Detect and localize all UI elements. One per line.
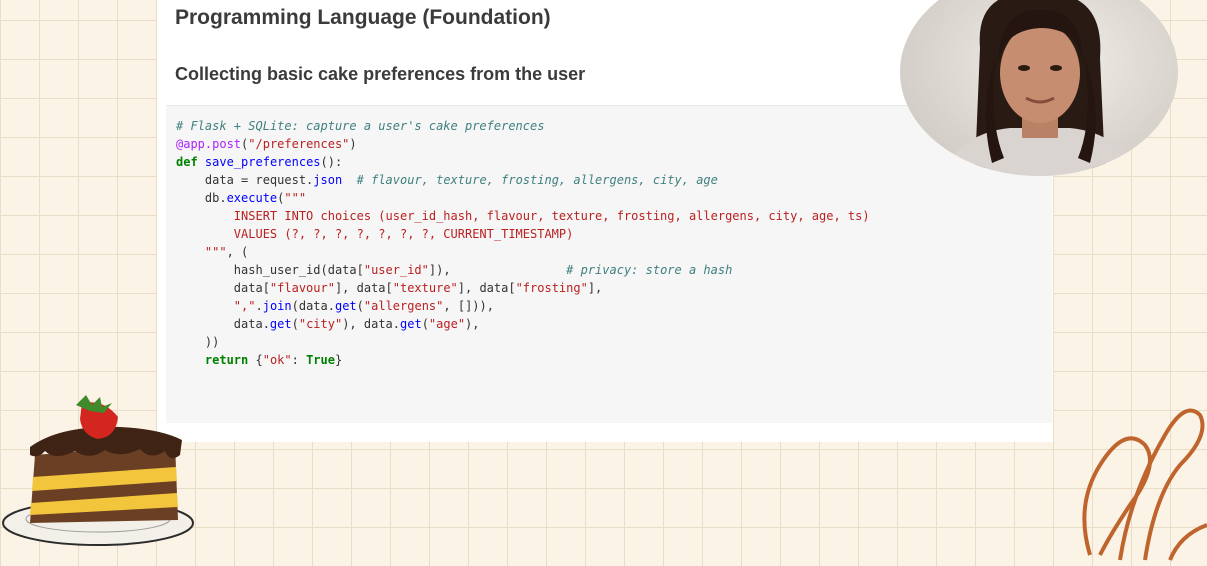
code-token: get xyxy=(334,299,357,313)
code-line: data.get("city"), data.get("age"), xyxy=(176,315,870,333)
code-token: VALUES (?, ?, ?, ?, ?, ?, ?, CURRENT_TIM… xyxy=(176,227,574,241)
code-block: # Flask + SQLite: capture a user's cake … xyxy=(166,105,1052,423)
code-token: (): xyxy=(320,155,343,169)
code-line: db.execute(""" xyxy=(176,189,870,207)
code-token: ], data[ xyxy=(457,281,516,295)
code-token: "texture" xyxy=(392,281,458,295)
code-line: INSERT INTO choices (user_id_hash, flavo… xyxy=(176,207,870,225)
code-token: join xyxy=(262,299,292,313)
code-token: )) xyxy=(176,335,220,349)
code-token: { xyxy=(248,353,263,367)
code-token: ], data[ xyxy=(334,281,393,295)
code-token: ], xyxy=(587,281,603,295)
code-token: INSERT INTO choices (user_id_hash, flavo… xyxy=(176,209,870,223)
code-token: True xyxy=(306,353,335,367)
code-token: : xyxy=(291,353,307,367)
code-token: execute xyxy=(226,191,278,205)
code-line: ",".join(data.get("allergens", [])), xyxy=(176,297,870,315)
code-token: @app.post xyxy=(176,137,242,151)
code-line: hash_user_id(data["user_id"]), # privacy… xyxy=(176,261,870,279)
code-token: ) xyxy=(349,137,357,151)
code-line: @app.post("/preferences") xyxy=(176,135,870,153)
code-token: data = request. xyxy=(176,173,314,187)
code-token: (data. xyxy=(291,299,335,313)
code-token: """ xyxy=(176,245,227,259)
code-token: def xyxy=(176,155,198,169)
code-token: hash_user_id(data[ xyxy=(176,263,364,277)
code-token: "frosting" xyxy=(515,281,588,295)
code-token: , ( xyxy=(226,245,249,259)
code-token: "city" xyxy=(298,317,343,331)
code-line: """, ( xyxy=(176,243,870,261)
code-token: ( xyxy=(291,317,299,331)
code-token: "allergens" xyxy=(363,299,444,313)
code-token: save_preferences xyxy=(204,155,321,169)
code-token: data[ xyxy=(176,281,270,295)
code-token: "flavour" xyxy=(269,281,335,295)
code-token: get xyxy=(400,317,422,331)
code-lines: # Flask + SQLite: capture a user's cake … xyxy=(176,117,870,369)
code-token: , [])), xyxy=(443,299,494,313)
code-token: "user_id" xyxy=(363,263,429,277)
code-token: "ok" xyxy=(262,353,292,367)
code-token: # Flask + SQLite: capture a user's cake … xyxy=(176,119,545,133)
code-line: data = request.json # flavour, texture, … xyxy=(176,171,870,189)
slide-title: Programming Language (Foundation) xyxy=(175,6,551,29)
code-token: """ xyxy=(284,191,307,205)
code-token: ( xyxy=(421,317,429,331)
code-token: get xyxy=(269,317,292,331)
code-line: VALUES (?, ?, ?, ?, ?, ?, ?, CURRENT_TIM… xyxy=(176,225,870,243)
code-token: json xyxy=(313,173,343,187)
code-token: data. xyxy=(176,317,270,331)
swirl-decoration xyxy=(1070,385,1207,561)
code-token: "/preferences" xyxy=(248,137,350,151)
code-token: ), xyxy=(465,317,480,331)
code-line: data["flavour"], data["texture"], data["… xyxy=(176,279,870,297)
code-token: "age" xyxy=(428,317,466,331)
code-line: # Flask + SQLite: capture a user's cake … xyxy=(176,117,870,135)
code-token: "," xyxy=(233,299,256,313)
code-token: return xyxy=(204,353,249,367)
code-token: db. xyxy=(176,191,227,205)
cake-slice-illustration xyxy=(0,395,210,561)
slide-subtitle: Collecting basic cake preferences from t… xyxy=(175,64,586,84)
code-line: return {"ok": True} xyxy=(176,351,870,369)
code-token: ), data. xyxy=(342,317,400,331)
code-token: ]), xyxy=(428,263,567,277)
code-token: # flavour, texture, frosting, allergens,… xyxy=(356,173,718,187)
code-token: # privacy: store a hash xyxy=(566,263,733,277)
code-token: ( xyxy=(356,299,364,313)
code-line: def save_preferences(): xyxy=(176,153,870,171)
code-token: } xyxy=(334,353,343,367)
code-token: . xyxy=(255,299,263,313)
code-line: )) xyxy=(176,333,870,351)
